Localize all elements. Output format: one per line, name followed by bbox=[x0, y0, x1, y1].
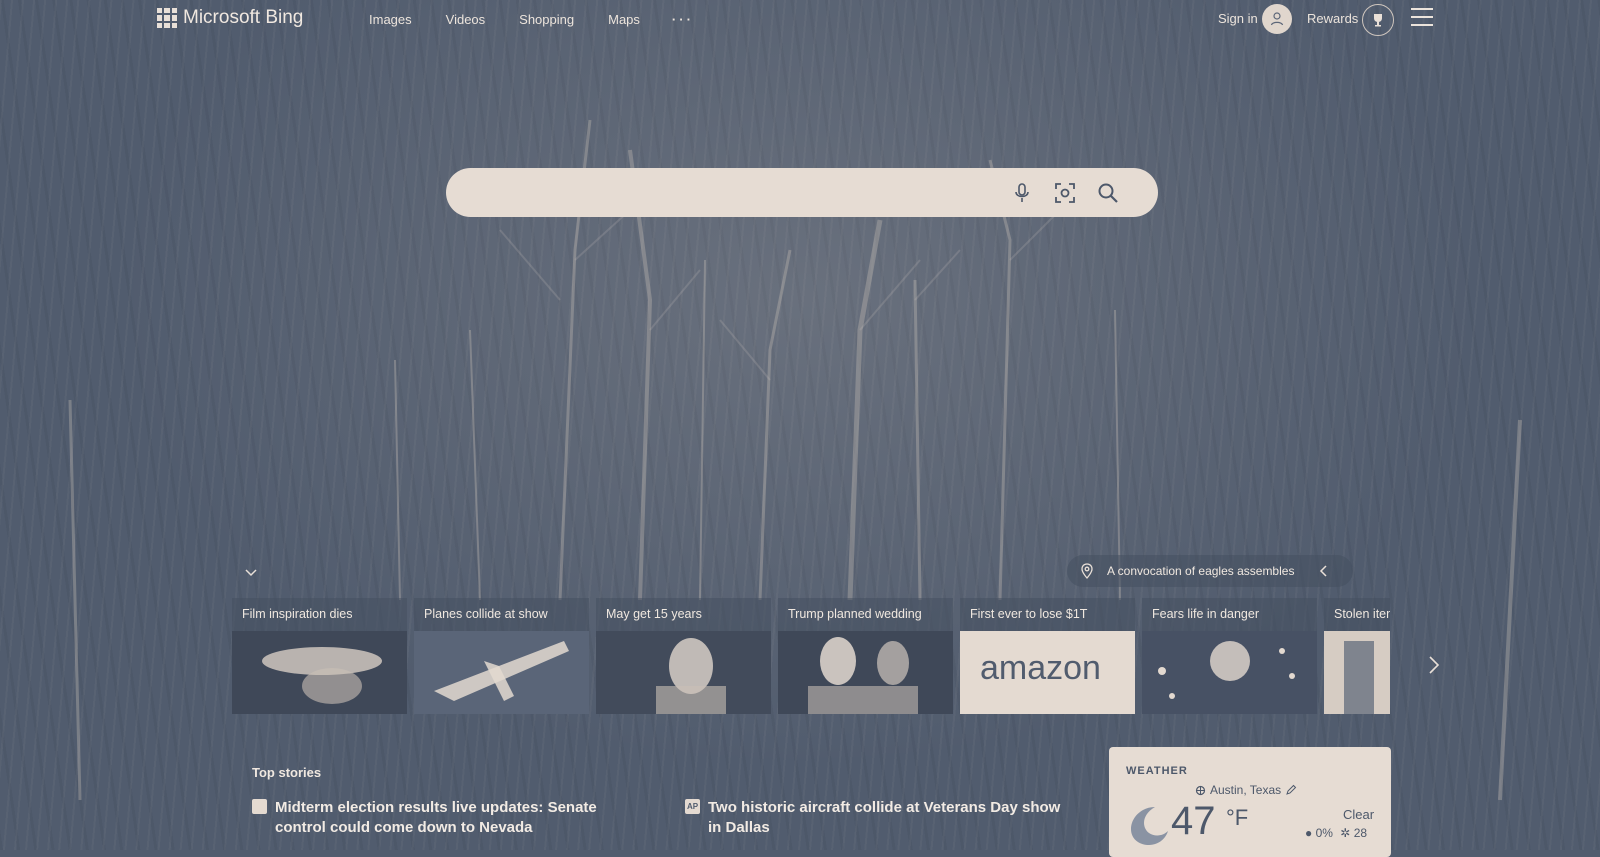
location-icon bbox=[1195, 785, 1206, 795]
top-header: Microsoft Bing Images Videos Shopping Ma… bbox=[0, 0, 1600, 40]
image-caption[interactable]: A convocation of eagles assembles bbox=[1067, 555, 1353, 587]
news-card-title: Film inspiration dies bbox=[242, 607, 353, 621]
weather-label: WEATHER bbox=[1126, 765, 1188, 777]
microsoft-logo-icon bbox=[157, 8, 177, 28]
search-icon[interactable] bbox=[1095, 180, 1121, 206]
news-card-image bbox=[414, 631, 589, 714]
weather-location-text: Austin, Texas bbox=[1210, 783, 1282, 797]
chevron-left-icon[interactable] bbox=[1317, 563, 1331, 579]
weather-location[interactable]: Austin, Texas bbox=[1195, 783, 1297, 797]
news-card-image-text: amazon bbox=[980, 649, 1101, 687]
nav-videos[interactable]: Videos bbox=[446, 12, 486, 27]
weather-details: ● 0% ✲ 28 bbox=[1305, 826, 1367, 840]
news-card[interactable]: Stolen item bbox=[1324, 598, 1390, 714]
news-card-title: May get 15 years bbox=[606, 607, 702, 621]
story-headline: Two historic aircraft collide at Veteran… bbox=[708, 799, 1061, 836]
news-card-title: Fears life in danger bbox=[1152, 607, 1260, 621]
news-card-title: Trump planned wedding bbox=[788, 607, 922, 621]
moon-icon bbox=[1131, 807, 1168, 845]
search-box bbox=[446, 168, 1158, 219]
news-card-title: Planes collide at show bbox=[424, 607, 548, 621]
rewards-trophy-icon[interactable] bbox=[1362, 4, 1394, 36]
top-stories-heading: Top stories bbox=[252, 765, 322, 780]
rewards-link[interactable]: Rewards bbox=[1307, 11, 1358, 26]
story-item[interactable]: AP Two historic aircraft collide at Vete… bbox=[685, 798, 1068, 838]
nav-maps[interactable]: Maps bbox=[608, 12, 640, 27]
news-card[interactable]: May get 15 years bbox=[596, 598, 771, 714]
location-pin-icon bbox=[1081, 563, 1093, 579]
sign-in-link[interactable]: Sign in bbox=[1218, 11, 1258, 26]
temperature-value: 47 bbox=[1171, 799, 1216, 843]
raindrop-icon: ● bbox=[1305, 826, 1313, 840]
news-source-icon: AP bbox=[685, 799, 700, 814]
bing-logo[interactable]: Microsoft Bing bbox=[157, 7, 303, 29]
main-nav: Images Videos Shopping Maps ··· bbox=[369, 12, 694, 27]
forest-background-illustration bbox=[68, 119, 1522, 801]
caption-text: A convocation of eagles assembles bbox=[1107, 564, 1295, 578]
news-card-image bbox=[596, 631, 771, 714]
news-card-image: amazon bbox=[960, 631, 1135, 714]
hamburger-menu-icon[interactable] bbox=[1411, 8, 1433, 26]
news-card[interactable]: First ever to lose $1T amazon bbox=[960, 598, 1135, 714]
news-card[interactable]: Fears life in danger bbox=[1142, 598, 1317, 714]
user-avatar-icon[interactable] bbox=[1262, 4, 1292, 34]
nav-shopping[interactable]: Shopping bbox=[519, 12, 574, 27]
story-headline: Midterm election results live updates: S… bbox=[275, 799, 597, 836]
news-card[interactable]: Trump planned wedding bbox=[778, 598, 953, 714]
story-item[interactable]: Midterm election results live updates: S… bbox=[252, 798, 635, 838]
precipitation-value: 0% bbox=[1315, 826, 1333, 840]
news-card-title: First ever to lose $1T bbox=[970, 607, 1088, 621]
news-card[interactable]: Film inspiration dies bbox=[232, 598, 407, 714]
news-card-image bbox=[778, 631, 953, 714]
nav-more-button[interactable]: ··· bbox=[672, 12, 694, 27]
logo-text: Microsoft Bing bbox=[183, 7, 304, 28]
news-carousel: Film inspiration dies Planes collide at … bbox=[232, 598, 1390, 714]
air-quality-icon: ✲ bbox=[1340, 826, 1351, 840]
edit-pencil-icon[interactable] bbox=[1285, 784, 1297, 796]
nav-images[interactable]: Images bbox=[369, 12, 412, 27]
temperature-unit: °F bbox=[1226, 805, 1249, 830]
visual-search-icon[interactable] bbox=[1052, 180, 1078, 206]
news-card-image bbox=[232, 631, 407, 714]
search-input[interactable] bbox=[468, 168, 1012, 219]
news-source-icon bbox=[252, 799, 267, 814]
weather-condition: Clear bbox=[1343, 807, 1375, 822]
news-card-image bbox=[1324, 631, 1390, 714]
air-quality-value: 28 bbox=[1353, 826, 1368, 840]
news-card-image bbox=[1142, 631, 1317, 714]
chevron-down-icon[interactable] bbox=[242, 563, 260, 581]
microphone-icon[interactable] bbox=[1009, 180, 1035, 206]
news-card-title: Stolen item bbox=[1334, 607, 1390, 621]
chevron-right-icon[interactable] bbox=[1426, 653, 1442, 677]
news-card[interactable]: Planes collide at show bbox=[414, 598, 589, 714]
weather-widget[interactable]: WEATHER Austin, Texas 47 °F Clear ● 0% ✲… bbox=[1109, 747, 1391, 857]
